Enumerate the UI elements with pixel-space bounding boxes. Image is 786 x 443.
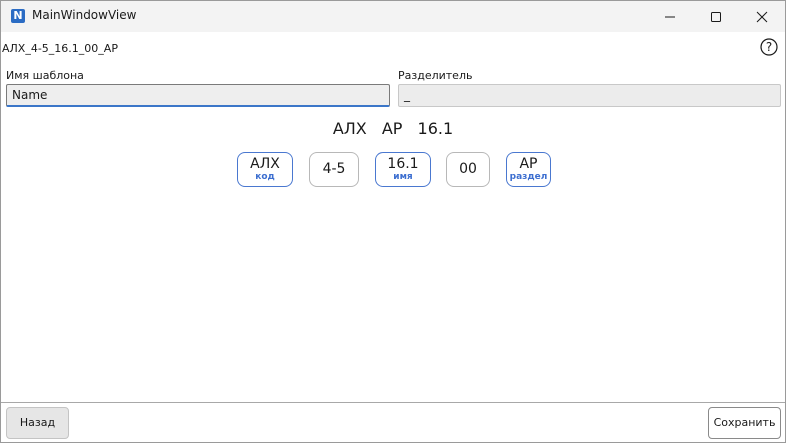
main-window: N MainWindowView АЛХ_4-5_16.1_00_АР ? Им… bbox=[0, 0, 786, 443]
maximize-icon bbox=[711, 12, 721, 22]
name-preview: АЛХ АР 16.1 bbox=[332, 119, 454, 138]
segment-value: 4-5 bbox=[322, 161, 346, 177]
segment-tag: имя bbox=[393, 172, 413, 182]
segment-chip[interactable]: 00 bbox=[446, 152, 490, 187]
title-bar[interactable]: N MainWindowView bbox=[1, 1, 785, 32]
document-name: АЛХ_4-5_16.1_00_АР bbox=[2, 42, 118, 55]
close-button[interactable] bbox=[739, 1, 785, 32]
segment-chip[interactable]: 4-5 bbox=[309, 152, 359, 187]
separator-input[interactable]: _ bbox=[398, 84, 781, 107]
template-name-label: Имя шаблона bbox=[6, 69, 84, 82]
footer-divider bbox=[1, 402, 785, 403]
segment-value: АЛХ bbox=[250, 156, 280, 172]
segment-value: 00 bbox=[459, 161, 477, 177]
help-icon[interactable]: ? bbox=[760, 38, 778, 56]
segment-value: АР bbox=[519, 156, 538, 172]
maximize-button[interactable] bbox=[693, 1, 739, 32]
save-button[interactable]: Сохранить bbox=[708, 407, 781, 439]
segment-value: 16.1 bbox=[387, 156, 419, 172]
svg-text:?: ? bbox=[766, 40, 772, 54]
separator-label: Разделитель bbox=[398, 69, 473, 82]
back-button[interactable]: Назад bbox=[6, 407, 69, 439]
close-icon bbox=[756, 11, 768, 23]
segment-chip-code[interactable]: АЛХ код bbox=[237, 152, 293, 187]
segment-tag: раздел bbox=[509, 172, 548, 182]
window-title: MainWindowView bbox=[32, 8, 137, 22]
minimize-icon bbox=[665, 16, 675, 18]
segment-tag: код bbox=[255, 172, 275, 182]
template-name-input[interactable]: Name bbox=[6, 84, 390, 107]
minimize-button[interactable] bbox=[647, 1, 693, 32]
segment-chip-name[interactable]: 16.1 имя bbox=[375, 152, 431, 187]
segment-chip-section[interactable]: АР раздел bbox=[506, 152, 551, 187]
app-logo-icon: N bbox=[11, 9, 25, 23]
